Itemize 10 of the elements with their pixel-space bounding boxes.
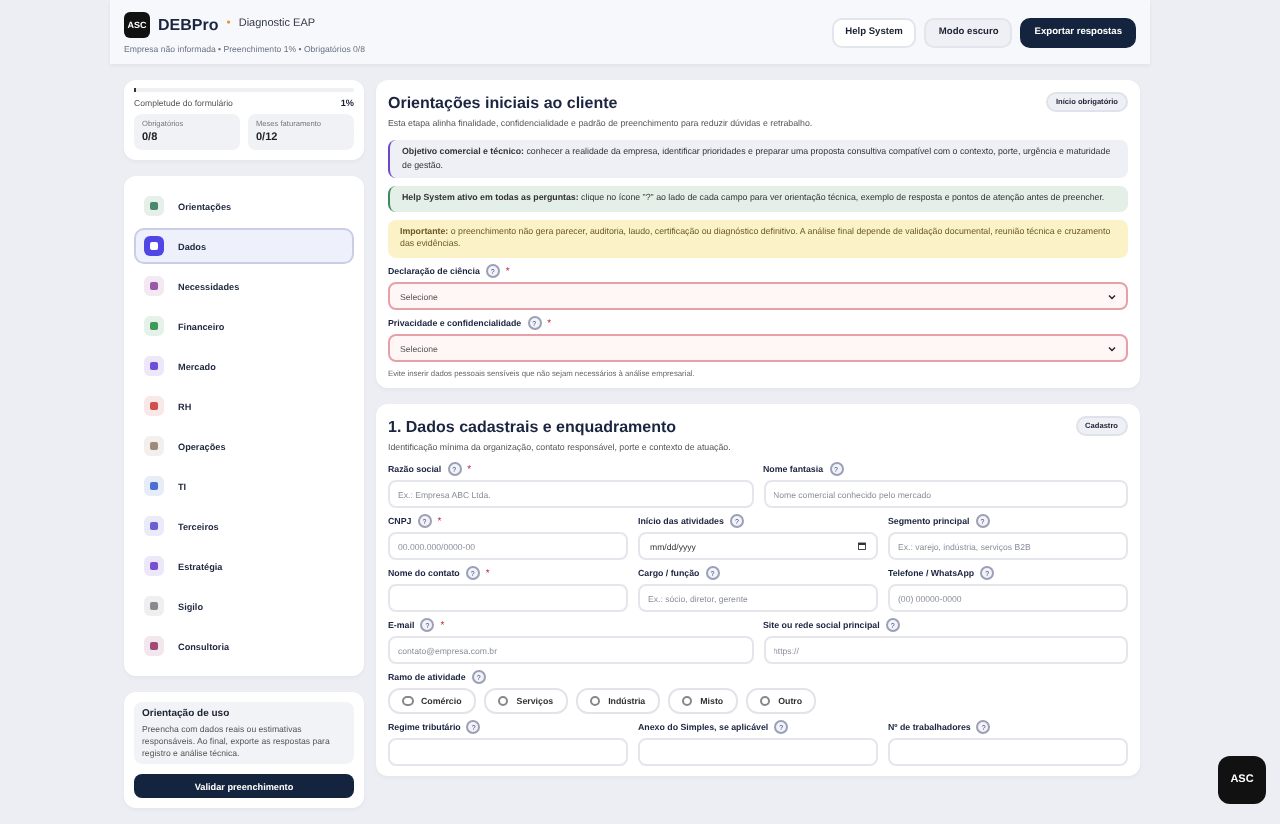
section-title: Orientações iniciais ao cliente <box>388 93 618 111</box>
chevron-down-icon <box>1108 293 1116 300</box>
input-field[interactable] <box>388 738 628 767</box>
input-field[interactable] <box>888 738 1128 767</box>
input-field[interactable] <box>638 738 878 767</box>
calendar-icon <box>858 542 866 551</box>
input-field[interactable] <box>388 584 628 613</box>
section-title: 1. Dados cadastrais e enquadramento <box>388 417 677 436</box>
brand-name: DEBPro <box>158 15 219 33</box>
chevron-down-icon <box>1108 345 1116 352</box>
